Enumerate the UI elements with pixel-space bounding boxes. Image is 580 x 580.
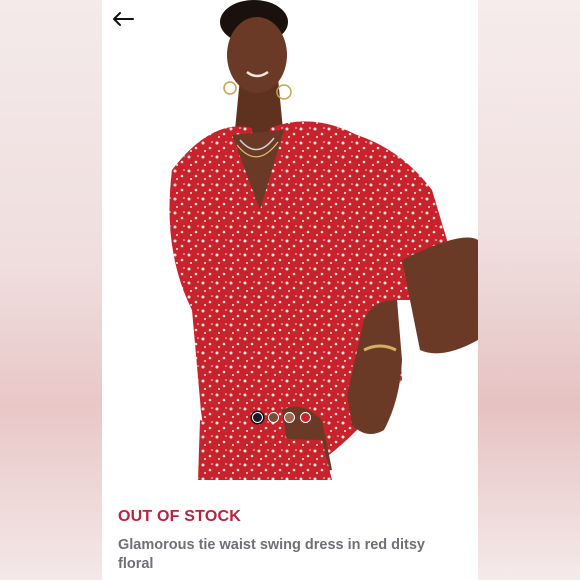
model-illustration [169,0,478,480]
product-card: OUT OF STOCK Glamorous tie waist swing d… [102,0,478,580]
carousel-dot-3[interactable] [284,412,295,423]
background-right-panel [478,0,580,580]
carousel-dot-2[interactable] [268,412,279,423]
back-button[interactable] [112,12,138,36]
stock-status: OUT OF STOCK [118,508,241,525]
carousel-dot-4[interactable] [300,412,311,423]
background-left-panel [0,0,102,580]
product-info: OUT OF STOCK Glamorous tie waist swing d… [102,480,478,580]
product-title[interactable]: Glamorous tie waist swing dress in red d… [118,536,438,574]
image-carousel-indicators [252,412,311,423]
carousel-dot-1[interactable] [252,412,263,423]
product-photo[interactable] [102,0,478,480]
arrow-left-icon [113,12,134,26]
